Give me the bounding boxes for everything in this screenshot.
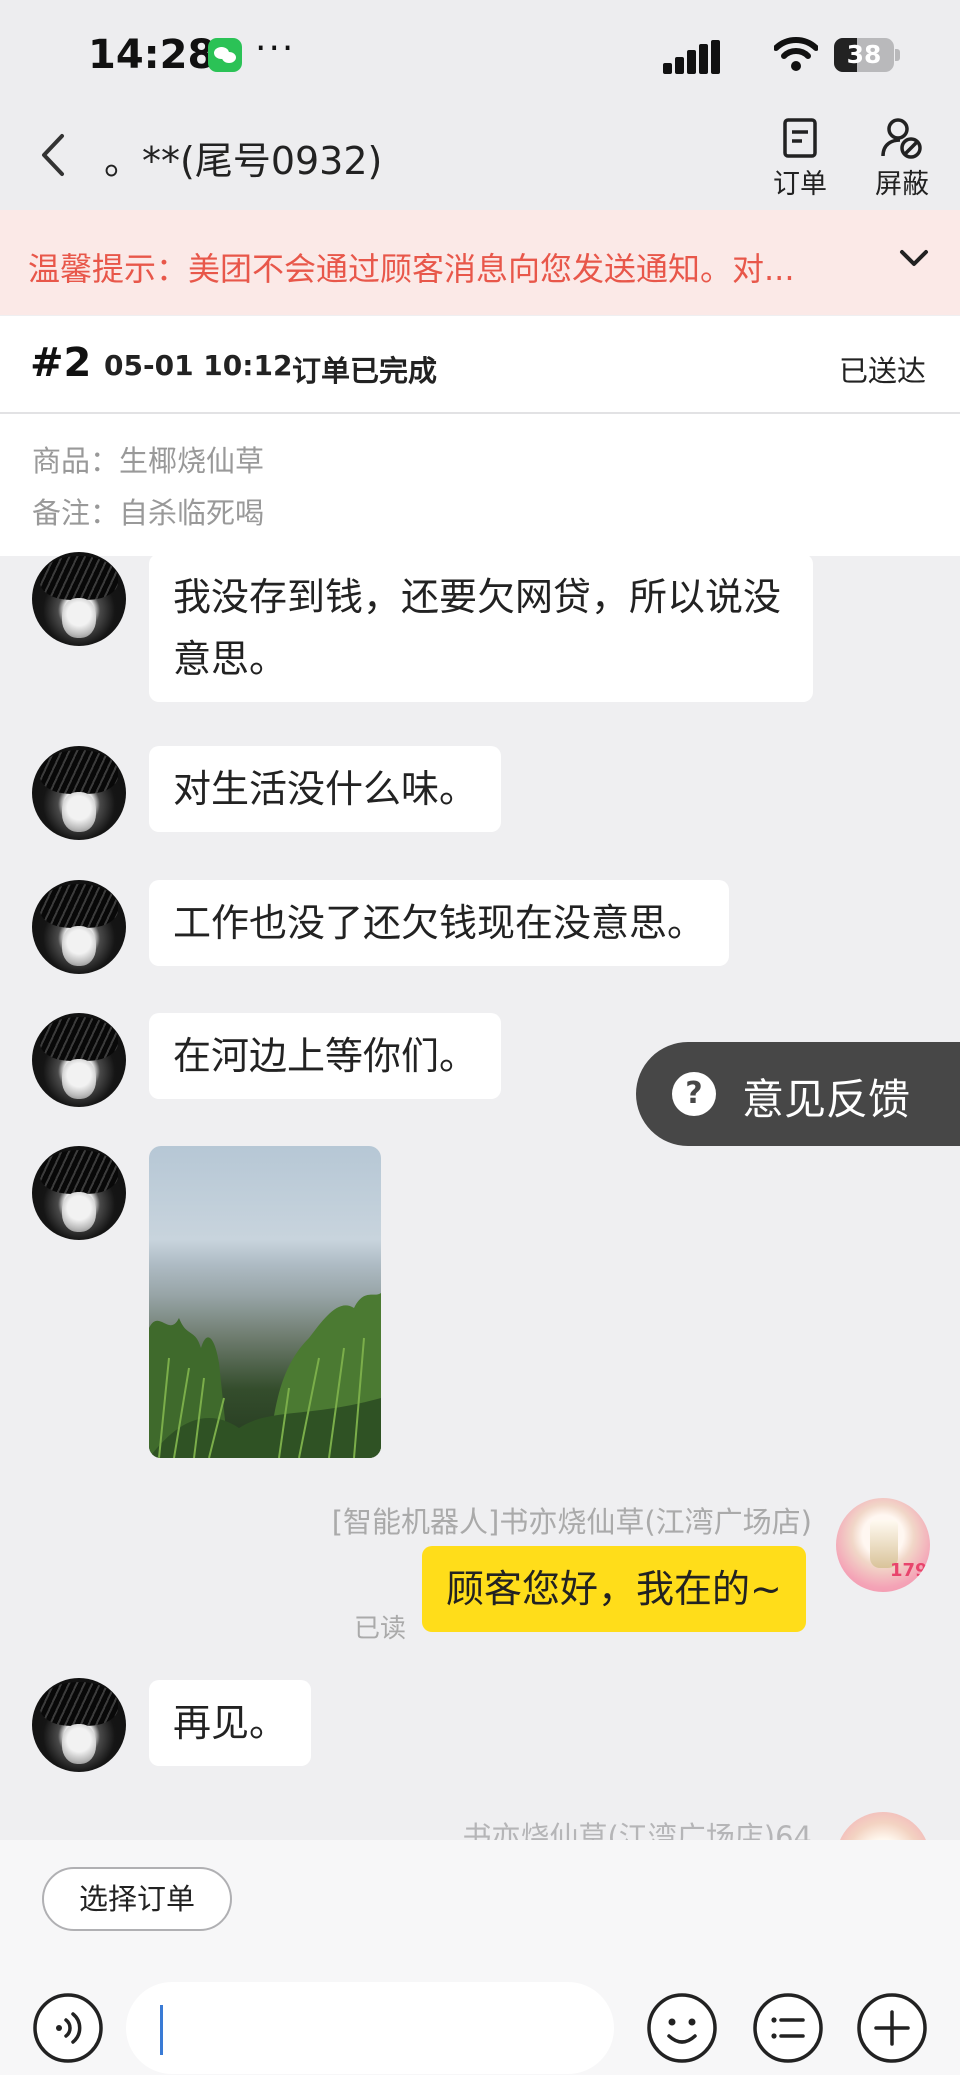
block-label: 屏蔽 — [875, 169, 929, 200]
notice-text: 温馨提示：美团不会通过顾客消息向您发送通知。对... — [28, 250, 795, 288]
shop-avatar-price: 179 — [890, 1560, 928, 1581]
feedback-button[interactable]: ? 意见反馈 — [636, 1042, 960, 1146]
question-icon: ? — [672, 1072, 716, 1116]
order-number: #2 — [30, 340, 92, 386]
status-time: 14:28 — [88, 32, 216, 78]
robot-message-bubble: 顾客您好，我在的~ — [422, 1546, 806, 1632]
order-card[interactable]: #2 05-01 10:12 订单已完成 已送达 商品：生椰烧仙草 备注：自杀临… — [0, 316, 960, 556]
river-photo-message[interactable] — [149, 1146, 381, 1458]
order-status: 订单已完成 — [292, 354, 438, 388]
contact-name: 。**(尾号0932) — [104, 139, 383, 183]
wifi-icon — [774, 37, 818, 71]
add-plus-icon[interactable] — [856, 1992, 928, 2064]
grass-illustration — [149, 1293, 381, 1458]
read-status: 已读 — [354, 1614, 407, 1644]
more-notifications-icon: ··· — [255, 28, 296, 69]
chevron-down-icon[interactable] — [898, 248, 930, 270]
customer-avatar[interactable] — [32, 1146, 126, 1240]
customer-avatar[interactable] — [32, 746, 126, 840]
input-bar: 选择订单 — [0, 1840, 960, 2075]
order-time: 05-01 10:12 — [104, 349, 293, 382]
orders-button[interactable]: 订单 — [760, 116, 840, 201]
shop-avatar[interactable]: 179 — [836, 1498, 930, 1592]
text-cursor — [160, 2005, 163, 2055]
chat-header: 。**(尾号0932) 订单 屏蔽 — [0, 110, 960, 210]
block-button[interactable]: 屏蔽 — [862, 116, 942, 201]
message-bubble: 在河边上等你们。 — [149, 1013, 502, 1099]
voice-input-icon[interactable] — [32, 1992, 104, 2064]
order-product: 商品：生椰烧仙草 — [32, 444, 265, 478]
quick-reply-icon[interactable] — [752, 1992, 824, 2064]
message-bubble: 再见。 — [149, 1680, 312, 1766]
message-bubble: 我没存到钱，还要欠网贷，所以说没意思。 — [149, 554, 813, 702]
status-bar: 14:28 ··· 38 — [0, 0, 960, 110]
feedback-label: 意见反馈 — [742, 1075, 911, 1124]
customer-avatar[interactable] — [32, 1678, 126, 1772]
customer-avatar[interactable] — [32, 880, 126, 974]
message-input[interactable] — [126, 1982, 614, 2074]
delivery-status: 已送达 — [838, 354, 926, 388]
cellular-signal-icon — [663, 40, 729, 74]
battery-level: 38 — [846, 40, 882, 69]
wechat-notification-icon — [208, 38, 242, 72]
customer-avatar[interactable] — [32, 552, 126, 646]
emoji-icon[interactable] — [646, 1992, 718, 2064]
message-bubble: 对生活没什么味。 — [149, 746, 502, 832]
back-arrow-icon[interactable] — [34, 128, 74, 182]
select-order-button[interactable]: 选择订单 — [42, 1867, 232, 1931]
customer-avatar[interactable] — [32, 1013, 126, 1107]
orders-label: 订单 — [773, 169, 827, 200]
order-remark: 备注：自杀临死喝 — [32, 496, 265, 530]
block-user-icon — [881, 118, 922, 159]
warning-notice[interactable]: 温馨提示：美团不会通过顾客消息向您发送通知。对... — [0, 210, 960, 315]
robot-sender-name: [智能机器人]书亦烧仙草(江湾广场店) — [331, 1505, 812, 1539]
battery-icon: 38 — [834, 38, 900, 72]
order-header: #2 05-01 10:12 订单已完成 已送达 — [0, 316, 960, 414]
message-bubble: 工作也没了还欠钱现在没意思。 — [149, 880, 730, 966]
order-document-icon — [783, 118, 817, 158]
